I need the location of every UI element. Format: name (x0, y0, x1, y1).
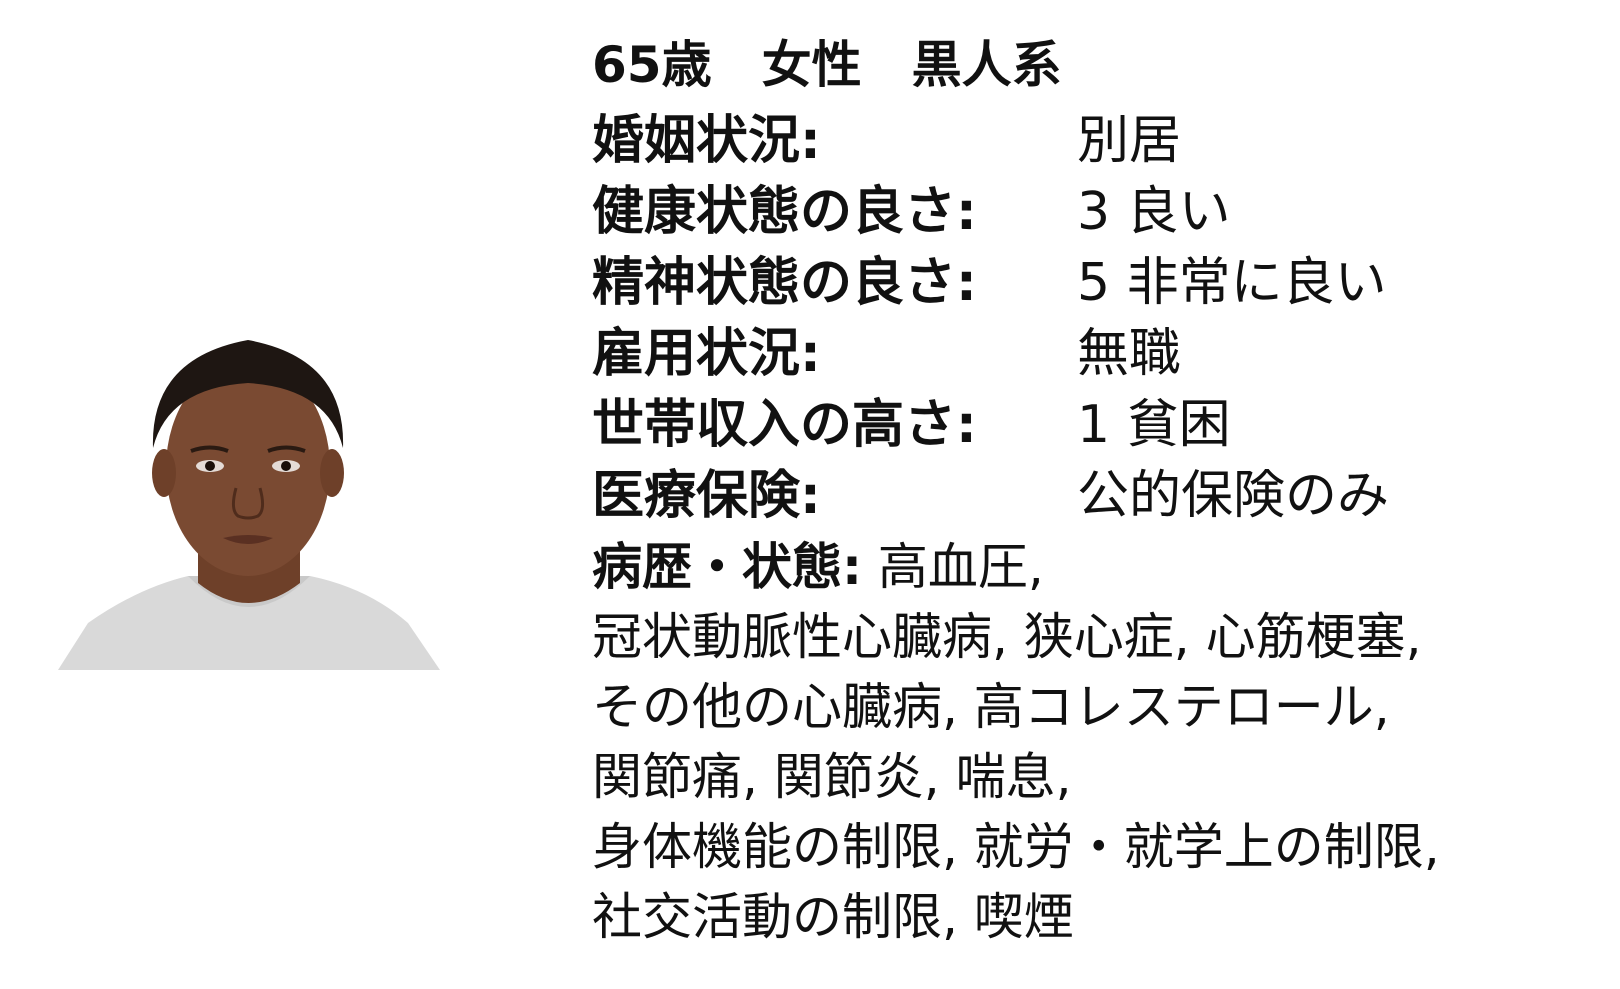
attribute-row-mental-health: 精神状態の良さ: 5 非常に良い (592, 242, 1602, 313)
attribute-label: 婚姻状況: (592, 111, 821, 171)
attribute-value: 3 良い (1077, 182, 1231, 242)
attribute-row-household-income: 世帯収入の高さ: 1 貧困 (592, 384, 1602, 455)
attribute-value: 別居 (1077, 111, 1182, 171)
attribute-row-employment: 雇用状況: 無職 (592, 313, 1602, 384)
attribute-value: 公的保険のみ (1077, 466, 1390, 526)
attribute-value: 無職 (1077, 324, 1182, 384)
attribute-label: 医療保険: (592, 466, 821, 526)
attribute-label: 健康状態の良さ: (592, 182, 977, 242)
medical-history-label: 病歴・状態: (592, 538, 862, 596)
attribute-value: 5 非常に良い (1077, 253, 1387, 313)
attribute-value: 1 貧困 (1077, 395, 1231, 455)
medical-history: 病歴・状態: 高血圧, 冠状動脈性心臓病, 狭心症, 心筋梗塞, その他の心臓病… (592, 532, 1602, 952)
attribute-row-insurance: 医療保険: 公的保険のみ (592, 455, 1602, 526)
attribute-row-marital-status: 婚姻状況: 別居 (592, 100, 1602, 171)
attribute-label: 精神状態の良さ: (592, 253, 977, 313)
profile-panel: 65歳 女性 黒人系 婚姻状況: 別居 健康状態の良さ: 3 良い 精神状態の良… (592, 30, 1602, 952)
attribute-label: 雇用状況: (592, 324, 821, 384)
attribute-label: 世帯収入の高さ: (592, 395, 977, 455)
portrait-illustration (58, 340, 440, 670)
attribute-row-health: 健康状態の良さ: 3 良い (592, 171, 1602, 242)
person-photo (58, 338, 440, 670)
medical-history-text: 高血圧, 冠状動脈性心臓病, 狭心症, 心筋梗塞, その他の心臓病, 高コレステ… (592, 538, 1440, 946)
profile-headline: 65歳 女性 黒人系 (592, 36, 1062, 94)
